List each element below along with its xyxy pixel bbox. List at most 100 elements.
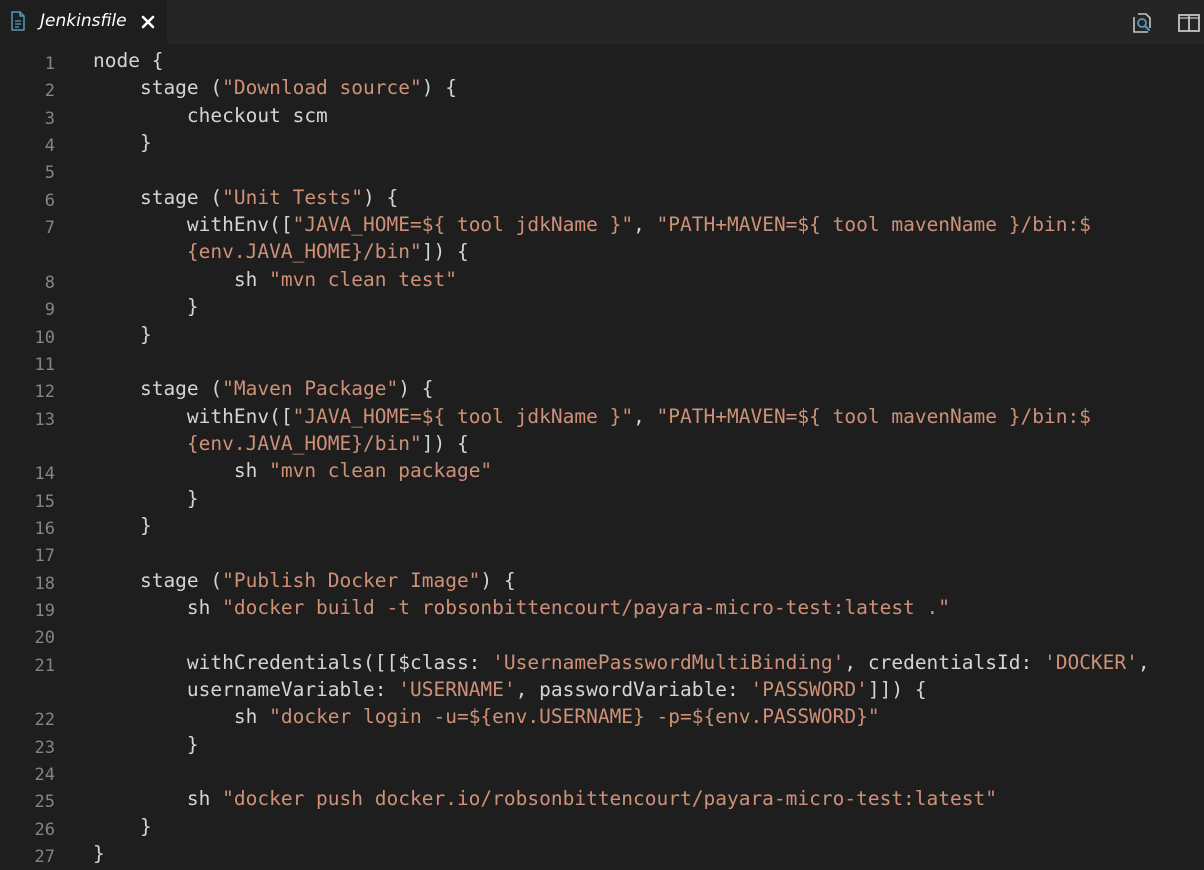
tab-title: Jenkinsfile	[40, 11, 127, 31]
line-text: }	[93, 129, 152, 156]
code-line[interactable]: 27}	[0, 840, 1204, 867]
string-token: 'USERNAME'	[398, 678, 516, 702]
code-line[interactable]: 23 }	[0, 731, 1204, 758]
code-line[interactable]: 24	[0, 758, 1204, 785]
line-text: }	[93, 293, 199, 320]
code-token: ) {	[398, 377, 434, 401]
string-token: "PATH+MAVEN=${ tool mavenName }/bin:$	[656, 213, 1091, 237]
code-token: }	[93, 322, 152, 346]
code-token: }	[93, 842, 105, 866]
code-token: sh	[93, 459, 270, 483]
code-line[interactable]: 5	[0, 156, 1204, 183]
string-token: {env.JAVA_HOME}/bin"	[186, 240, 422, 264]
code-line[interactable]: {env.JAVA_HOME}/bin"]) {	[0, 430, 1204, 457]
code-line[interactable]: 8 sh "mvn clean test"	[0, 266, 1204, 293]
line-text: sh "mvn clean test"	[93, 266, 457, 293]
code-token: checkout scm	[93, 103, 328, 127]
code-token: ) {	[363, 185, 399, 209]
line-text: node {	[93, 47, 163, 74]
code-line[interactable]: 6 stage ("Unit Tests") {	[0, 184, 1204, 211]
code-token: ,	[633, 404, 657, 428]
file-icon	[11, 11, 25, 31]
line-text: stage ("Unit Tests") {	[93, 184, 398, 211]
code-editor[interactable]: 1 node {2 stage ("Download source") {3 ch…	[0, 44, 1204, 870]
code-token: }	[93, 131, 152, 155]
tab-jenkinsfile[interactable]: Jenkinsfile	[0, 0, 167, 44]
code-token: stage (	[93, 185, 223, 209]
line-text: {env.JAVA_HOME}/bin"]) {	[93, 430, 469, 457]
line-text: withCredentials([[$class: 'UsernamePassw…	[93, 649, 1150, 676]
code-token: ,	[1137, 650, 1150, 674]
code-line[interactable]: 21 withCredentials([[$class: 'UsernamePa…	[0, 649, 1204, 676]
close-icon[interactable]	[140, 14, 156, 30]
code-line[interactable]: 13 withEnv(["JAVA_HOME=${ tool jdkName }…	[0, 403, 1204, 430]
code-line[interactable]: 22 sh "docker login -u=${env.USERNAME} -…	[0, 703, 1204, 730]
code-token: ,	[633, 213, 657, 237]
string-token: "PATH+MAVEN=${ tool mavenName }/bin:$	[656, 404, 1091, 428]
open-preview-icon[interactable]	[1131, 11, 1155, 35]
string-token: "docker push docker.io/robsonbittencourt…	[222, 787, 997, 811]
code-line[interactable]: 15 }	[0, 485, 1204, 512]
code-line[interactable]: 1 node {	[0, 47, 1204, 74]
string-token: "Download source"	[222, 76, 422, 100]
line-text: stage ("Maven Package") {	[93, 375, 434, 402]
code-line[interactable]: 9 }	[0, 293, 1204, 320]
code-line[interactable]: 16 }	[0, 512, 1204, 539]
code-token: withEnv([	[93, 404, 293, 428]
code-token: stage (	[93, 377, 223, 401]
line-text: }	[93, 321, 152, 348]
code-line[interactable]: 14 sh "mvn clean package"	[0, 457, 1204, 484]
code-token: }	[93, 814, 152, 838]
string-token: 'PASSWORD'	[750, 678, 868, 702]
code-token: ]) {	[421, 431, 469, 455]
string-token: "mvn clean test"	[269, 267, 457, 291]
code-line[interactable]: 7 withEnv(["JAVA_HOME=${ tool jdkName }"…	[0, 211, 1204, 238]
code-line[interactable]: 26 }	[0, 813, 1204, 840]
code-line[interactable]: 2 stage ("Download source") {	[0, 74, 1204, 101]
code-token: , passwordVariable:	[515, 678, 751, 702]
code-line[interactable]: 11	[0, 348, 1204, 375]
line-text: }	[93, 512, 152, 539]
code-line[interactable]: 3 checkout scm	[0, 102, 1204, 129]
code-token: usernameVariable:	[93, 678, 399, 702]
line-text: stage ("Download source") {	[93, 74, 457, 101]
tab-bar: Jenkinsfile	[0, 0, 1204, 44]
line-number: 27	[34, 847, 55, 868]
line-text: sh "docker push docker.io/robsonbittenco…	[93, 785, 997, 812]
code-line[interactable]: 19 sh "docker build -t robsonbittencourt…	[0, 594, 1204, 621]
code-token: }	[93, 732, 199, 756]
code-token: ]]) {	[867, 678, 927, 702]
code-line[interactable]: 17	[0, 539, 1204, 566]
code-token: withCredentials([[$class:	[93, 650, 493, 674]
line-text: checkout scm	[93, 102, 328, 129]
code-line[interactable]: usernameVariable: 'USERNAME', passwordVa…	[0, 676, 1204, 703]
string-token: "JAVA_HOME=${ tool jdkName }"	[292, 213, 634, 237]
string-token: "docker build -t robsonbittencourt/payar…	[222, 596, 951, 619]
code-line[interactable]: 25 sh "docker push docker.io/robsonbitte…	[0, 785, 1204, 812]
code-line[interactable]: 10 }	[0, 321, 1204, 348]
string-token: "Maven Package"	[222, 377, 399, 401]
string-token: "Unit Tests"	[222, 185, 364, 209]
line-text: {env.JAVA_HOME}/bin"]) {	[93, 238, 469, 265]
split-editor-icon[interactable]	[1177, 11, 1201, 35]
string-token: {env.JAVA_HOME}/bin"	[186, 431, 422, 455]
line-text: sh "docker login -u=${env.USERNAME} -p=$…	[93, 703, 880, 730]
code-token: stage (	[93, 76, 223, 100]
code-line[interactable]: 4 }	[0, 129, 1204, 156]
code-token: ) {	[480, 568, 516, 592]
string-token: 'DOCKER'	[1043, 650, 1138, 674]
code-line[interactable]: 20	[0, 621, 1204, 648]
code-line[interactable]: {env.JAVA_HOME}/bin"]) {	[0, 238, 1204, 265]
string-token: "Publish Docker Image"	[222, 568, 481, 592]
string-token: "docker login -u=${env.USERNAME} -p=${en…	[269, 705, 880, 729]
code-token: ) {	[421, 76, 457, 100]
line-text: stage ("Publish Docker Image") {	[93, 567, 516, 594]
code-token: sh	[93, 267, 270, 291]
code-line[interactable]: 12 stage ("Maven Package") {	[0, 375, 1204, 402]
line-text: }	[93, 840, 105, 867]
string-token: "JAVA_HOME=${ tool jdkName }"	[292, 404, 634, 428]
code-token: }	[93, 486, 199, 510]
code-token: }	[93, 295, 199, 319]
code-line[interactable]: 18 stage ("Publish Docker Image") {	[0, 567, 1204, 594]
